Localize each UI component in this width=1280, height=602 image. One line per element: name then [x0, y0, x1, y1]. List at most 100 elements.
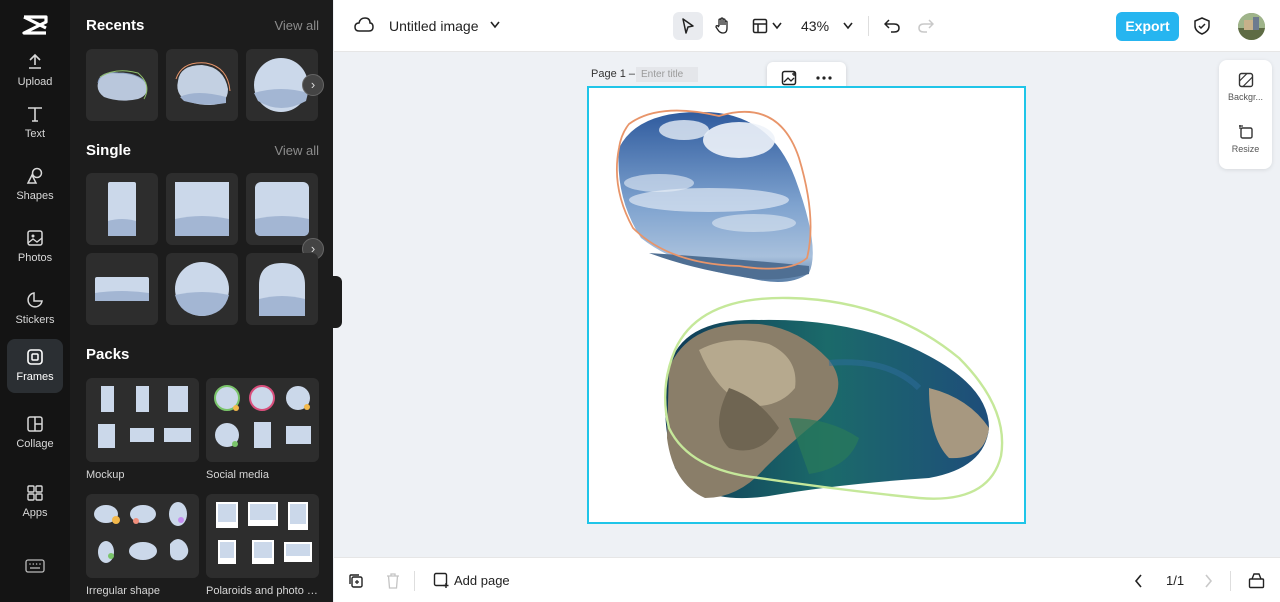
top-bar: Untitled image 43% Export — [334, 0, 1280, 52]
rail-collage[interactable]: Collage — [7, 406, 63, 458]
mockup-pack-thumbnail — [98, 386, 191, 448]
capcut-logo[interactable] — [21, 14, 49, 36]
toolbar-divider — [868, 16, 869, 36]
pack-mockup[interactable] — [86, 378, 199, 462]
square-frame-thumbnail — [175, 182, 229, 236]
page-counter: 1/1 — [1166, 573, 1185, 588]
recent-frame-1[interactable] — [86, 49, 158, 121]
arch-frame-thumbnail — [259, 263, 305, 316]
pack-polaroids-label: Polaroids and photo f... — [206, 585, 319, 597]
rail-stickers[interactable]: Stickers — [7, 282, 63, 334]
frames-panel: Recents View all › Single View all › Pac… — [70, 0, 333, 602]
shield-button[interactable] — [1190, 14, 1214, 38]
rail-apps[interactable]: Apps — [7, 475, 63, 527]
rail-text[interactable]: Text — [7, 96, 63, 148]
rail-photos[interactable]: Photos — [7, 220, 63, 272]
recents-title: Recents — [86, 17, 145, 34]
rail-stickers-label: Stickers — [15, 314, 55, 326]
pack-irregular-shape-label: Irregular shape — [86, 585, 160, 597]
rail-upload[interactable]: Upload — [7, 44, 63, 96]
more-options-icon[interactable] — [816, 76, 832, 80]
shield-icon — [1194, 17, 1210, 35]
hand-icon — [715, 17, 728, 34]
pack-social-media[interactable] — [206, 378, 319, 462]
stickers-icon — [27, 292, 43, 308]
pack-irregular-shape[interactable] — [86, 494, 199, 578]
zoom-level[interactable]: 43% — [801, 18, 829, 34]
chevron-down-icon[interactable] — [490, 21, 500, 29]
chevron-down-icon[interactable] — [843, 22, 853, 30]
trash-icon[interactable] — [386, 573, 400, 589]
recents-next-button[interactable]: › — [302, 74, 324, 96]
blob-frame-thumbnail — [97, 70, 148, 101]
single-frame-square[interactable] — [166, 173, 238, 245]
add-image-icon[interactable] — [781, 70, 798, 87]
shapes-icon — [26, 167, 43, 184]
bottom-divider — [414, 571, 415, 591]
document-title[interactable]: Untitled image — [389, 18, 479, 34]
rail-frames-label: Frames — [16, 371, 54, 383]
irregular-shape-pack-thumbnail — [94, 502, 189, 563]
chevron-left-icon[interactable] — [1134, 574, 1143, 588]
avatar[interactable] — [1238, 13, 1265, 40]
social-media-pack-thumbnail — [214, 385, 311, 448]
pack-mockup-label: Mockup — [86, 469, 125, 481]
single-frame-circle[interactable] — [166, 253, 238, 325]
single-frame-landscape[interactable] — [86, 253, 158, 325]
artboard[interactable] — [587, 86, 1026, 524]
rail-shapes-label: Shapes — [16, 190, 54, 202]
blob-frame-thumbnail — [175, 62, 231, 105]
single-frame-arch[interactable] — [246, 253, 318, 325]
single-frame-portrait[interactable] — [86, 173, 158, 245]
background-icon — [1238, 72, 1253, 88]
duplicate-page-icon[interactable] — [348, 573, 364, 589]
chevron-right-icon[interactable] — [1204, 574, 1213, 588]
single-frame-rounded[interactable] — [246, 173, 318, 245]
rail-photos-label: Photos — [17, 252, 53, 264]
circle-frame-thumbnail — [175, 262, 229, 316]
frames-icon — [27, 349, 43, 365]
page-label: Page 1 – — [591, 68, 636, 80]
left-rail: Upload Text Shapes Photos Stickers Frame… — [0, 0, 70, 602]
rounded-frame-thumbnail — [255, 182, 309, 236]
cloud-save-icon[interactable] — [354, 17, 374, 35]
portrait-frame-thumbnail — [108, 182, 136, 236]
packs-title: Packs — [86, 346, 130, 363]
text-icon — [28, 107, 42, 122]
recent-frame-2[interactable] — [166, 49, 238, 121]
resize-tool[interactable]: Resize — [1219, 124, 1272, 154]
bottom-bar: Add page 1/1 — [334, 557, 1280, 602]
pages-panel-icon[interactable] — [1248, 572, 1265, 589]
rail-upload-label: Upload — [17, 76, 53, 88]
redo-button[interactable] — [914, 14, 938, 38]
chevron-down-icon[interactable] — [772, 22, 782, 30]
recents-view-all[interactable]: View all — [274, 18, 319, 33]
undo-button[interactable] — [880, 14, 904, 38]
rail-frames[interactable]: Frames — [7, 339, 63, 393]
apps-icon — [27, 485, 43, 501]
rail-text-label: Text — [24, 128, 46, 140]
hand-tool-button[interactable] — [711, 14, 735, 38]
artboard-content — [616, 109, 1004, 500]
export-button[interactable]: Export — [1116, 12, 1179, 41]
sky-photo-frame[interactable] — [618, 111, 813, 282]
collage-icon — [27, 416, 43, 432]
layout-button[interactable] — [748, 14, 772, 38]
avatar-image — [1238, 13, 1265, 40]
background-tool-label: Backgr... — [1227, 92, 1263, 102]
add-page-icon[interactable] — [433, 572, 450, 589]
pack-social-media-label: Social media — [206, 469, 269, 481]
undo-icon — [884, 19, 900, 33]
coast-photo-frame[interactable] — [665, 319, 989, 499]
layout-icon — [752, 18, 768, 34]
add-page-button[interactable]: Add page — [454, 573, 510, 588]
select-tool-button[interactable] — [673, 12, 703, 40]
keyboard-icon[interactable] — [25, 558, 45, 574]
panel-collapse-handle[interactable] — [333, 276, 342, 328]
pack-polaroids[interactable] — [206, 494, 319, 578]
background-tool[interactable]: Backgr... — [1219, 72, 1272, 102]
cursor-icon — [682, 18, 694, 34]
single-view-all[interactable]: View all — [274, 143, 319, 158]
page-title-input[interactable]: Enter title — [636, 67, 698, 82]
rail-shapes[interactable]: Shapes — [7, 158, 63, 210]
